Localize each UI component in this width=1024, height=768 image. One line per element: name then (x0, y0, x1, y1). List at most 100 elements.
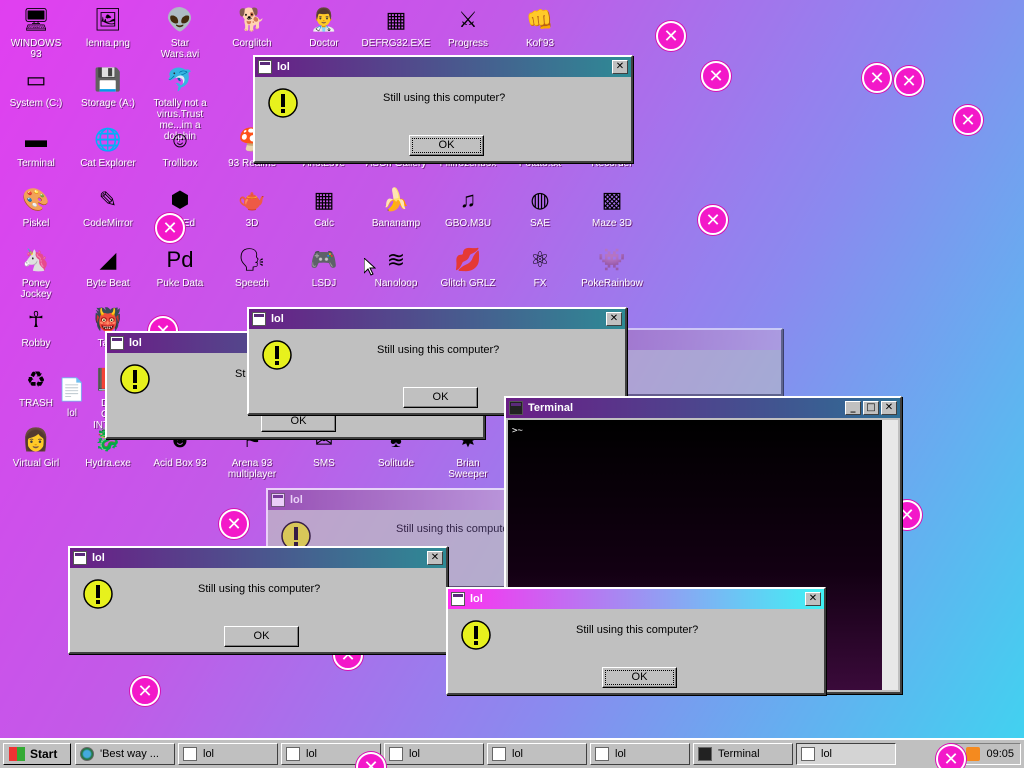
desktop-icon[interactable]: 🐕 Corglitch (220, 4, 284, 49)
close-button[interactable]: ✕ (606, 312, 622, 326)
desktop-icon[interactable]: ⚛ FX (508, 244, 572, 289)
dialog-title: lol (470, 593, 483, 605)
close-button[interactable]: ✕ (427, 551, 443, 565)
dialog-titlebar[interactable]: lol ✕ (70, 548, 446, 568)
dialog-titlebar[interactable]: lol ✕ (255, 57, 631, 77)
terminal-scrollbar[interactable] (882, 420, 898, 690)
ok-button[interactable]: OK (403, 387, 478, 408)
dialog-window[interactable]: lol ✕ Still using this computer? OK (68, 546, 448, 654)
window-icon (595, 747, 609, 761)
desktop-icon[interactable]: ☺ Trollbox (148, 124, 212, 169)
clock: 09:05 (986, 748, 1014, 760)
floating-close-bubble[interactable]: ✕ (936, 744, 966, 768)
floating-close-bubble[interactable]: ✕ (698, 205, 728, 235)
terminal-icon (698, 747, 712, 761)
doctor-icon: 👨‍⚕ (310, 7, 338, 32)
desktop-icon-label: Piskel (22, 218, 50, 229)
desktop-icon[interactable]: ▦ DEFRG32.EXE (362, 4, 431, 49)
desktop-icon[interactable]: 👨‍⚕ Doctor (292, 4, 356, 49)
drive-icon: ▭ (25, 67, 47, 92)
desktop-icon-label: Cat Explorer (80, 158, 136, 169)
desktop-icon[interactable]: Pd Puke Data (148, 244, 212, 289)
desktop-icon[interactable]: 🌐 Cat Explorer (76, 124, 140, 169)
desktop-icon[interactable]: ⚔ Progress (436, 4, 500, 49)
ok-button[interactable]: OK (409, 135, 484, 156)
dialog-window[interactable]: lol ✕ Still using this computer? OK (253, 55, 633, 163)
dialog-window-active[interactable]: lol ✕ Still using this computer? OK (446, 587, 826, 695)
desktop-icon[interactable]: 🫖 3D (220, 184, 284, 229)
desktop-icon[interactable]: ◍ SAE (508, 184, 572, 229)
taskbar-task-lol[interactable]: lol (487, 743, 587, 765)
codemirror-icon: ✎ (98, 187, 118, 212)
desktop-icon[interactable]: ▬ Terminal (4, 124, 68, 169)
fighter-icon: 👊 (526, 7, 554, 32)
desktop-icon[interactable]: ▭ System (C:) (4, 64, 68, 109)
floating-close-bubble[interactable]: ✕ (155, 213, 185, 243)
desktop-icon-label: System (C:) (9, 98, 63, 109)
desktop-icon[interactable]: 🖼 lenna.png (76, 4, 140, 49)
taskbar-task-lol[interactable]: lol (178, 743, 278, 765)
warning-icon (262, 340, 292, 370)
warning-icon (461, 620, 491, 650)
desktop-icon[interactable]: 💾 Storage (A:) (76, 64, 140, 109)
desktop-icon-label: CodeMirror (82, 218, 133, 229)
desktop-icon[interactable]: 🍌 Bananamp (364, 184, 428, 229)
desktop-icon[interactable]: 👾 PokeRainbow (580, 244, 644, 289)
floating-close-bubble[interactable]: ✕ (701, 61, 731, 91)
terminal-titlebar[interactable]: Terminal _ □ ✕ (506, 398, 900, 418)
desktop-icon-label: WINDOWS 93 (10, 38, 62, 60)
desktop-icon-label: Poney Jockey (20, 278, 52, 300)
taskbar-task-lol[interactable]: lol (796, 743, 896, 765)
desktop-icon[interactable]: ◢ Byte Beat (76, 244, 140, 289)
desktop-icon[interactable]: 👊 Kof'93 (508, 4, 572, 49)
desktop-icon[interactable]: 🗣 Speech (220, 244, 284, 289)
taskbar-task-lol[interactable]: lol (384, 743, 484, 765)
maximize-button[interactable]: □ (863, 401, 879, 415)
minimize-button[interactable]: _ (845, 401, 861, 415)
dialog-titlebar[interactable]: lol (268, 490, 524, 510)
floating-close-bubble[interactable]: ✕ (656, 21, 686, 51)
dialog-title: lol (271, 313, 284, 325)
trollface-icon: ☺ (168, 127, 192, 152)
desktop-icon[interactable]: ✎ CodeMirror (76, 184, 140, 229)
close-button[interactable]: ✕ (805, 592, 821, 606)
desktop-icon[interactable]: 🎮 LSDJ (292, 244, 356, 289)
dialog-titlebar[interactable]: lol ✕ (448, 589, 824, 609)
close-button[interactable]: ✕ (881, 401, 897, 415)
floating-close-bubble[interactable]: ✕ (894, 66, 924, 96)
pony-icon: 🦄 (22, 247, 50, 272)
floating-close-bubble[interactable]: ✕ (219, 509, 249, 539)
ok-button[interactable]: OK (224, 626, 299, 647)
desktop-icon[interactable]: 👩 Virtual Girl (4, 424, 68, 469)
ok-button[interactable]: OK (602, 667, 677, 688)
floating-close-bubble[interactable]: ✕ (953, 105, 983, 135)
start-button[interactable]: Start (3, 743, 71, 765)
desktop-icon[interactable]: 🦄 Poney Jockey (4, 244, 68, 300)
window-icon (389, 747, 403, 761)
palette-icon: 🎨 (22, 187, 50, 212)
dialog-titlebar[interactable]: lol ✕ (249, 309, 625, 329)
taskbar-task-terminal[interactable]: Terminal (693, 743, 793, 765)
floating-close-bubble[interactable]: ✕ (862, 63, 892, 93)
desktop-icon[interactable]: ▩ Maze 3D (580, 184, 644, 229)
close-button[interactable]: ✕ (612, 60, 628, 74)
desktop-icon[interactable]: ☥ Robby (4, 304, 68, 349)
desktop-icon-label: Virtual Girl (12, 458, 60, 469)
desktop-icon[interactable]: ▦ Calc (292, 184, 356, 229)
cube-icon: ⬢ (170, 187, 190, 212)
teapot-icon: 🫖 (238, 187, 266, 212)
desktop-icon-label: Kof'93 (525, 38, 555, 49)
desktop-icon[interactable]: 🎨 Piskel (4, 184, 68, 229)
desktop-icon[interactable]: 🖥 WINDOWS 93 (4, 4, 68, 60)
desktop-icon[interactable]: 👽 Star Wars.avi (148, 4, 212, 60)
wave-icon: ≋ (386, 247, 406, 272)
desktop-icon[interactable]: ♫ GBO.M3U (436, 184, 500, 229)
desktop-icon-label: Solitude (377, 458, 415, 469)
taskbar-task-browser[interactable]: 'Best way ... (75, 743, 175, 765)
pd-icon: Pd (166, 247, 194, 272)
rss-icon[interactable] (966, 747, 981, 761)
taskbar-task-lol[interactable]: lol (590, 743, 690, 765)
desktop-icon[interactable]: 💋 Glitch GRLZ (436, 244, 500, 289)
dialog-message: Still using this computer? (396, 523, 519, 535)
floating-close-bubble[interactable]: ✕ (130, 676, 160, 706)
